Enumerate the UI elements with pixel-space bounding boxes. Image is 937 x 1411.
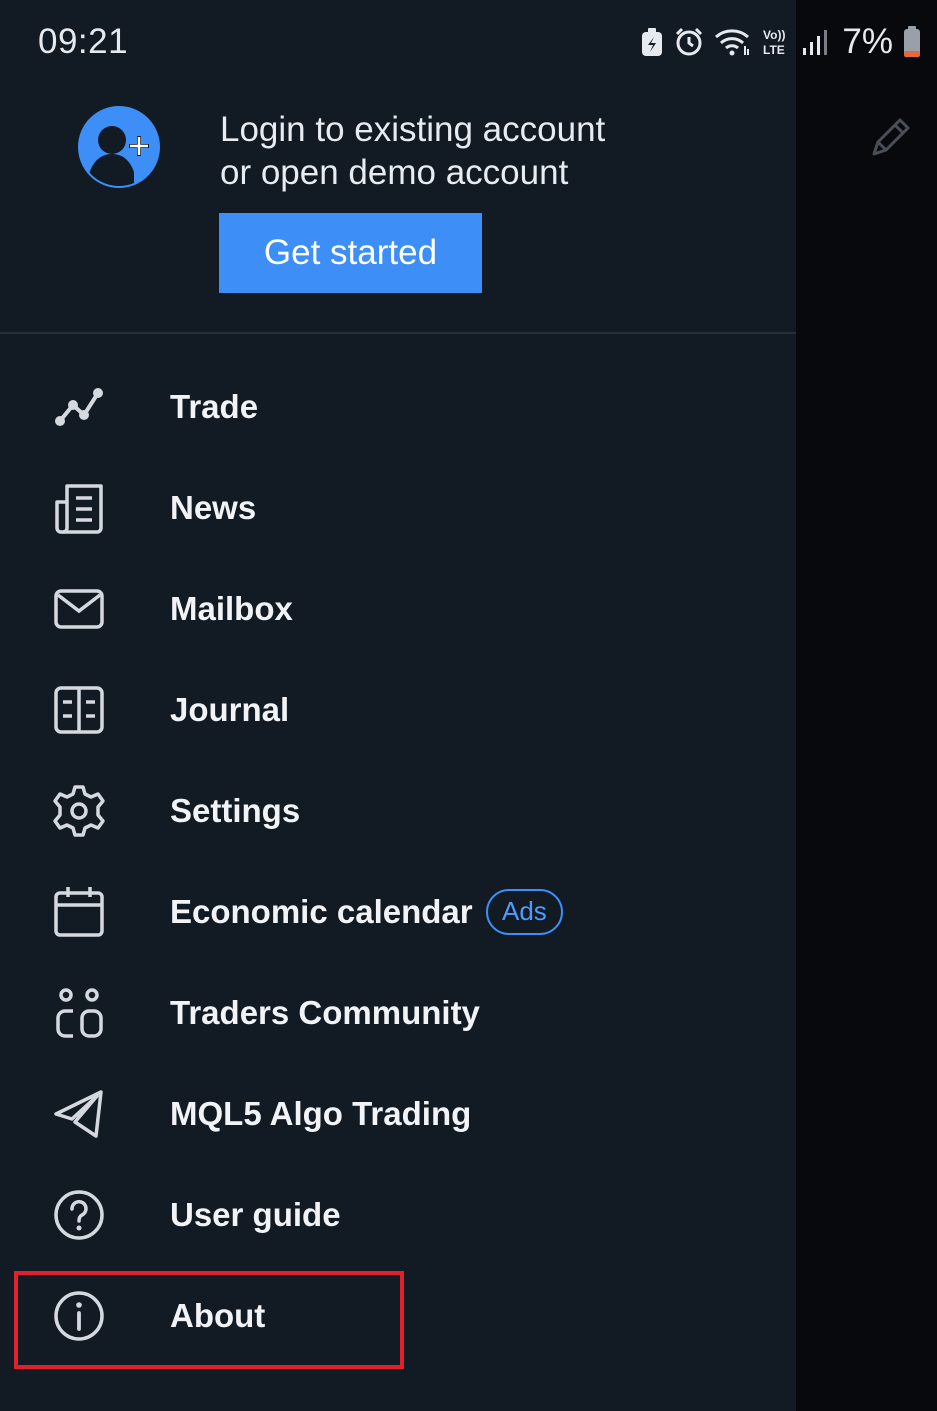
battery-saver-icon xyxy=(640,27,664,57)
login-prompt-line1: Login to existing account xyxy=(220,110,606,149)
screen: Login to existing account or open demo a… xyxy=(0,0,937,1411)
edit-pencil-icon xyxy=(866,112,916,162)
menu-item-mailbox[interactable]: Mailbox xyxy=(0,558,796,659)
alarm-icon xyxy=(674,27,704,57)
menu-item-traders-community[interactable]: Traders Community xyxy=(0,962,796,1063)
svg-text:Vo)): Vo)) xyxy=(763,28,785,42)
gear-icon xyxy=(50,782,108,840)
status-time: 09:21 xyxy=(38,22,129,61)
menu-item-journal[interactable]: Journal xyxy=(0,659,796,760)
menu-label-journal: Journal xyxy=(170,690,290,728)
navigation-drawer: Login to existing account or open demo a… xyxy=(0,0,796,1411)
menu-label-mql5-algo-trading: MQL5 Algo Trading xyxy=(170,1094,472,1132)
add-account-icon[interactable] xyxy=(78,106,160,188)
menu-item-about[interactable]: About xyxy=(0,1265,796,1366)
menu-item-mql5-algo-trading[interactable]: MQL5 Algo Trading xyxy=(0,1063,796,1164)
wifi-icon xyxy=(714,27,752,57)
ads-badge: Ads xyxy=(486,888,563,935)
info-icon xyxy=(50,1287,108,1345)
svg-text:LTE: LTE xyxy=(763,43,785,57)
menu-item-user-guide[interactable]: User guide xyxy=(0,1164,796,1265)
account-header: Login to existing account or open demo a… xyxy=(0,86,796,334)
menu-label-user-guide: User guide xyxy=(170,1195,341,1233)
news-icon xyxy=(50,479,108,537)
calendar-icon xyxy=(50,883,108,941)
signal-icon xyxy=(802,28,828,56)
mail-icon xyxy=(50,580,108,638)
menu-item-economic-calendar[interactable]: Economic calendar Ads xyxy=(0,861,796,962)
menu-label-settings: Settings xyxy=(170,791,301,829)
background-app-overlay[interactable] xyxy=(796,0,937,1411)
send-icon xyxy=(50,1085,108,1143)
battery-percent: 7% xyxy=(842,22,893,61)
menu-label-traders-community: Traders Community xyxy=(170,993,480,1031)
menu-label-economic-calendar: Economic calendar xyxy=(170,892,473,930)
menu-item-settings[interactable]: Settings xyxy=(0,760,796,861)
help-icon xyxy=(50,1186,108,1244)
menu-item-news[interactable]: News xyxy=(0,457,796,558)
login-prompt: Login to existing account or open demo a… xyxy=(220,108,740,194)
status-bar: 09:21 Vo)) LTE 7% xyxy=(0,0,937,86)
menu-item-trade[interactable]: Trade xyxy=(0,356,796,457)
get-started-button[interactable]: Get started xyxy=(219,213,482,293)
volte-icon: Vo)) LTE xyxy=(762,27,792,57)
community-icon xyxy=(50,984,108,1042)
menu-label-mailbox: Mailbox xyxy=(170,589,293,627)
login-prompt-line2: or open demo account xyxy=(220,153,569,192)
drawer-menu: Trade News Mailbox Journal Settings Econ… xyxy=(0,356,796,1366)
battery-icon xyxy=(903,26,921,58)
journal-icon xyxy=(50,681,108,739)
menu-label-about: About xyxy=(170,1296,266,1334)
menu-label-trade: Trade xyxy=(170,387,259,425)
header-divider xyxy=(0,332,796,334)
status-icons: Vo)) LTE 7% xyxy=(640,22,921,62)
menu-label-news: News xyxy=(170,488,257,526)
trade-chart-icon xyxy=(50,378,108,436)
